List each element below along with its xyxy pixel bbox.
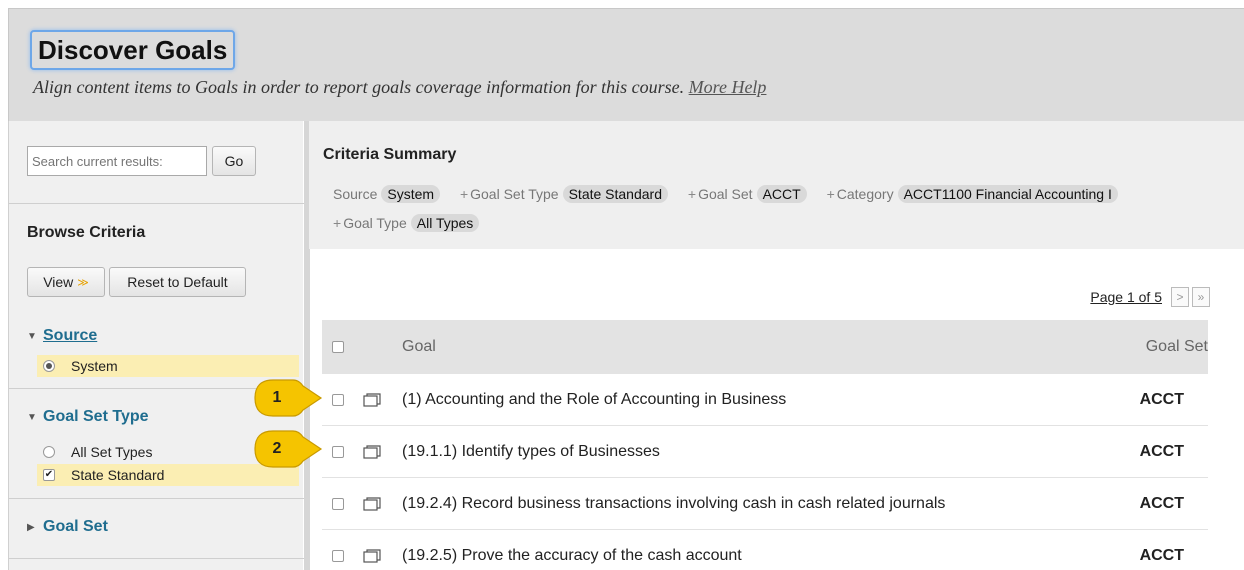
triangle-down-icon: ▼ [27, 330, 37, 342]
pagination: Page 1 of 5 > » [1090, 287, 1210, 307]
table-row: (19.1.1) Identify types of Businesses AC… [322, 426, 1208, 478]
main-content: Criteria Summary Source System + Goal Set … [309, 121, 1244, 570]
goal-text: (19.2.5) Prove the accuracy of the cash … [402, 546, 742, 564]
view-button[interactable]: View ≫ [27, 267, 105, 297]
row-checkbox[interactable] [332, 393, 344, 406]
browse-sidebar: Go Browse Criteria View ≫ Reset to Defau… [8, 121, 310, 570]
reset-to-default-button[interactable]: Reset to Default [109, 267, 246, 297]
subtitle-text: Align content items to Goals in order to… [33, 77, 685, 97]
option-label: All Set Types [71, 444, 153, 460]
plus-icon: + [826, 186, 835, 202]
goal-text: (1) Accounting and the Role of Accountin… [402, 390, 787, 408]
callout-marker-2: 2 [253, 429, 323, 469]
criteria-summary-title: Criteria Summary [323, 146, 457, 163]
chip-label: + Category [826, 186, 894, 202]
radio-unselected[interactable] [43, 446, 55, 458]
goal-set-text: ACCT [1139, 546, 1184, 564]
select-all-checkbox[interactable] [332, 341, 344, 353]
goals-table: Goal Goal Set (1) Accounting and the Rol… [322, 320, 1208, 570]
callout-marker-1: 1 [253, 378, 323, 418]
goal-set-text: ACCT [1139, 442, 1184, 460]
window-icon[interactable] [363, 548, 381, 563]
last-page-button[interactable]: » [1192, 287, 1210, 307]
goal-set-text: ACCT [1139, 390, 1184, 408]
table-header: Goal Goal Set [322, 320, 1208, 374]
chevron-down-icon: ≫ [77, 276, 89, 289]
divider [9, 498, 304, 499]
table-row: (1) Accounting and the Role of Accountin… [322, 374, 1208, 426]
page-subtitle: Align content items to Goals in order to… [33, 77, 766, 98]
row-checkbox[interactable] [332, 497, 344, 510]
view-label: View [43, 274, 74, 290]
criteria-goal-set-type-header[interactable]: ▼ Goal Set Type [27, 408, 149, 426]
goal-set-text: ACCT [1139, 494, 1184, 512]
criteria-goal-set-label[interactable]: Goal Set [43, 518, 108, 536]
browse-criteria-title: Browse Criteria [27, 224, 146, 241]
checkbox-checked[interactable]: ✔ [43, 469, 55, 481]
more-help-link[interactable]: More Help [689, 77, 767, 97]
criteria-chips: Source System + Goal Set Type State Standar… [333, 180, 1233, 238]
chip-label: + Goal Set [687, 186, 753, 202]
window-icon[interactable] [363, 444, 381, 459]
option-system[interactable]: System [37, 355, 299, 377]
row-checkbox[interactable] [332, 445, 344, 458]
chip-value[interactable]: All Types [410, 214, 480, 232]
chip-value[interactable]: System [381, 185, 441, 203]
plus-icon: + [687, 186, 697, 202]
divider [9, 558, 304, 559]
go-button[interactable]: Go [212, 146, 256, 176]
criteria-source-label[interactable]: Source [43, 327, 97, 345]
table-row: (19.2.5) Prove the accuracy of the cash … [322, 530, 1208, 570]
search-input[interactable] [27, 146, 207, 176]
window-icon[interactable] [363, 496, 381, 511]
chip-value[interactable]: ACCT1100 Financial Accounting I [897, 185, 1118, 203]
divider [9, 203, 304, 204]
next-page-button[interactable]: > [1171, 287, 1189, 307]
page-indicator[interactable]: Page 1 of 5 [1090, 289, 1162, 305]
page-header: Discover Goals Align content items to Go… [8, 8, 1244, 121]
window-icon[interactable] [363, 392, 381, 407]
chip-label: + Goal Type [333, 215, 407, 231]
criteria-goal-set-type-label[interactable]: Goal Set Type [43, 408, 149, 426]
option-label: System [71, 358, 118, 374]
triangle-right-icon: ▶ [27, 521, 35, 533]
table-row: (19.2.4) Record business transactions in… [322, 478, 1208, 530]
triangle-down-icon: ▼ [27, 411, 37, 423]
criteria-goal-set-header[interactable]: ▶ Goal Set [27, 518, 108, 536]
chip-label: Source [333, 186, 378, 202]
radio-selected[interactable] [43, 360, 55, 372]
page-title: Discover Goals [30, 30, 236, 70]
callout-number: 1 [272, 389, 282, 406]
column-goal[interactable]: Goal [402, 338, 436, 356]
column-goal-set[interactable]: Goal Set [1146, 338, 1208, 356]
chip-value[interactable]: State Standard [562, 185, 668, 203]
criteria-summary: Criteria Summary Source System + Goal Set … [309, 121, 1244, 249]
callout-number: 2 [272, 440, 282, 457]
row-checkbox[interactable] [332, 549, 344, 562]
plus-icon: + [333, 215, 342, 231]
goal-text: (19.1.1) Identify types of Businesses [402, 442, 660, 460]
goal-text: (19.2.4) Record business transactions in… [402, 494, 946, 512]
chip-label: + Goal Set Type [459, 186, 559, 202]
chip-value[interactable]: ACCT [756, 185, 807, 203]
criteria-source-header[interactable]: ▼ Source [27, 327, 97, 345]
option-label: State Standard [71, 467, 165, 483]
plus-icon: + [459, 186, 469, 202]
